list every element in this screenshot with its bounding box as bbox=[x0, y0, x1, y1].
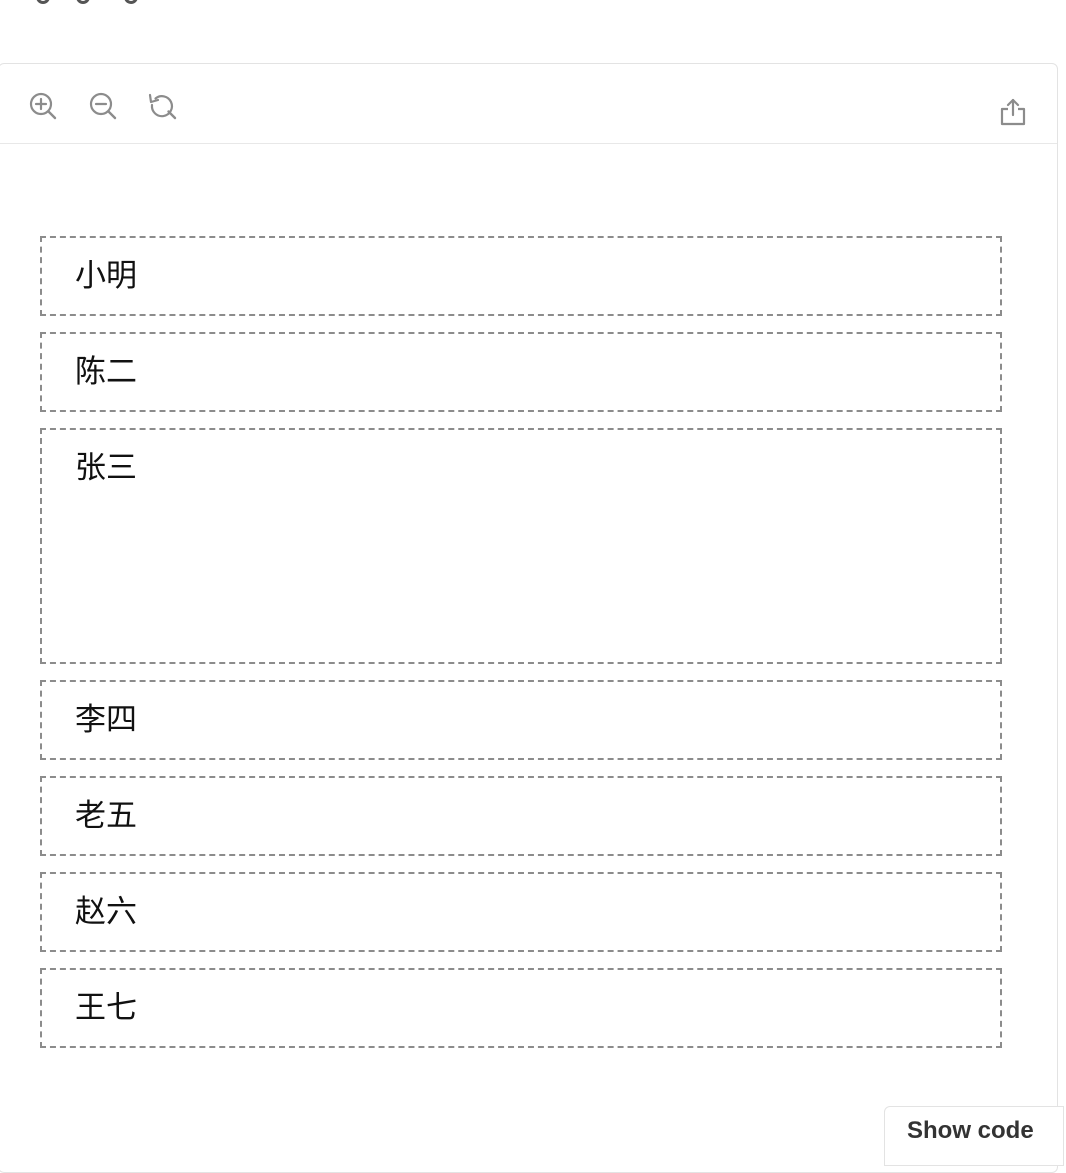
node-wangqi[interactable]: 王七 bbox=[40, 968, 1002, 1048]
node-lisi[interactable]: 李四 bbox=[40, 680, 1002, 760]
graph-toolbar bbox=[0, 64, 1057, 144]
export-icon bbox=[1000, 98, 1026, 126]
export-button[interactable] bbox=[997, 96, 1029, 128]
node-chener[interactable]: 陈二 bbox=[40, 332, 1002, 412]
node-zhangsan[interactable]: 张三 bbox=[40, 428, 1002, 664]
node-label: 张三 bbox=[75, 450, 137, 486]
node-label: 老五 bbox=[75, 798, 137, 834]
node-label: 李四 bbox=[75, 702, 137, 738]
zoom-in-icon bbox=[29, 92, 57, 120]
node-label: 王七 bbox=[75, 990, 137, 1026]
node-label: 赵六 bbox=[75, 894, 137, 930]
cropped-icon bbox=[36, 0, 50, 4]
node-zhaoliu[interactable]: 赵六 bbox=[40, 872, 1002, 952]
node-label: 小明 bbox=[75, 258, 137, 294]
reset-icon bbox=[148, 93, 177, 120]
node-laowu[interactable]: 老五 bbox=[40, 776, 1002, 856]
cropped-icon bbox=[124, 0, 138, 4]
node-xiaoming[interactable]: 小明 bbox=[40, 236, 1002, 316]
zoom-out-icon bbox=[89, 92, 117, 120]
cropped-icon bbox=[76, 0, 90, 4]
show-code-button[interactable]: Show code bbox=[884, 1106, 1064, 1166]
zoom-in-button[interactable] bbox=[27, 90, 59, 122]
reset-view-button[interactable] bbox=[147, 90, 179, 122]
top-cropped-area bbox=[0, 0, 1066, 14]
node-label: 陈二 bbox=[75, 354, 137, 390]
zoom-out-button[interactable] bbox=[87, 90, 119, 122]
